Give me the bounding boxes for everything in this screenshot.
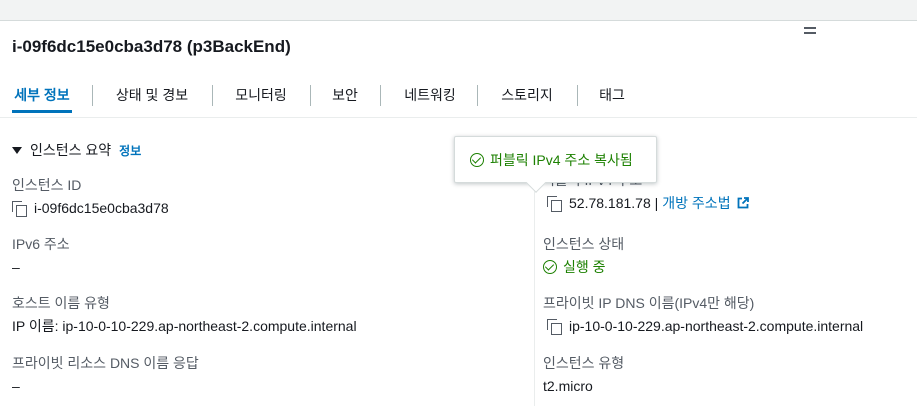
hostname-type-value: IP 이름: ip-10-0-10-229.ap-northeast-2.com…: [12, 318, 357, 334]
instance-type-value: t2.micro: [543, 378, 593, 394]
tab-details[interactable]: 세부 정보: [12, 78, 72, 113]
instance-state-value-row: 실행 중: [543, 258, 624, 276]
top-bar: [0, 0, 917, 21]
menu-collapse-icon[interactable]: [804, 27, 816, 34]
tab-separator: [310, 85, 311, 106]
private-dns-response-label: 프라이빗 리소스 DNS 이름 응답: [12, 355, 199, 371]
instance-state-value: 실행 중: [563, 259, 606, 275]
public-ip-value-row: 52.78.181.78 | 개방 주소법: [547, 194, 749, 212]
tab-storage[interactable]: 스토리지: [497, 78, 557, 112]
instance-state-field: 인스턴스 상태 실행 중: [543, 235, 624, 276]
tab-security[interactable]: 보안: [329, 78, 361, 112]
instance-state-label: 인스턴스 상태: [543, 236, 625, 252]
hostname-type-label: 호스트 이름 유형: [12, 295, 110, 311]
tab-separator: [380, 85, 381, 106]
tab-separator: [477, 85, 478, 106]
check-circle-icon: [543, 260, 557, 274]
private-ip-dns-value: ip-10-0-10-229.ap-northeast-2.compute.in…: [569, 318, 864, 334]
instance-id-value-row: i-09f6dc15e0cba3d78: [12, 199, 169, 217]
page-title: i-09f6dc15e0cba3d78 (p3BackEnd): [12, 37, 291, 56]
instance-type-field: 인스턴스 유형 t2.micro: [543, 354, 624, 395]
ipv6-field: IPv6 주소 –: [12, 235, 70, 276]
tabs-divider: [0, 117, 917, 118]
copy-icon[interactable]: [547, 196, 562, 212]
external-link-icon[interactable]: [737, 197, 749, 209]
public-ip-value: 52.78.181.78 |: [569, 195, 659, 211]
tab-separator: [212, 85, 213, 106]
hostname-type-field: 호스트 이름 유형 IP 이름: ip-10-0-10-229.ap-north…: [12, 294, 357, 335]
instance-type-label: 인스턴스 유형: [543, 355, 625, 371]
instance-id-value: i-09f6dc15e0cba3d78: [34, 200, 169, 216]
popover-message: 퍼블릭 IPv4 주소 복사됨: [490, 151, 633, 168]
private-ip-dns-label: 프라이빗 IP DNS 이름(IPv4만 해당): [543, 295, 755, 311]
instance-id-field: 인스턴스 ID i-09f6dc15e0cba3d78: [12, 176, 169, 217]
tab-bar: 세부 정보 상태 및 경보 모니터링 보안 네트워킹 스토리지 태그: [0, 78, 917, 114]
tab-tags[interactable]: 태그: [597, 78, 627, 112]
tab-monitoring[interactable]: 모니터링: [231, 78, 291, 112]
private-ip-dns-value-row: ip-10-0-10-229.ap-northeast-2.compute.in…: [547, 317, 863, 335]
check-circle-icon: [470, 152, 484, 167]
copy-icon[interactable]: [12, 201, 27, 217]
private-dns-response-value: –: [12, 378, 20, 394]
instance-summary-header[interactable]: 인스턴스 요약 정보: [12, 141, 141, 159]
tab-status-alarms[interactable]: 상태 및 경보: [112, 78, 192, 112]
ipv6-label: IPv6 주소: [12, 236, 70, 252]
ipv6-value: –: [12, 259, 20, 275]
open-address-link[interactable]: 개방 주소법: [662, 194, 730, 212]
info-link[interactable]: 정보: [119, 142, 141, 159]
copy-icon[interactable]: [547, 319, 562, 335]
column-divider: [534, 170, 535, 406]
tab-separator: [92, 85, 93, 106]
private-dns-response-field: 프라이빗 리소스 DNS 이름 응답 –: [12, 354, 199, 395]
caret-down-icon[interactable]: [12, 146, 22, 154]
tab-networking[interactable]: 네트워킹: [400, 78, 460, 112]
public-ip-field: 52.78.181.78 | 개방 주소법: [547, 194, 749, 212]
section-title: 인스턴스 요약: [30, 142, 112, 158]
private-ip-dns-field: 프라이빗 IP DNS 이름(IPv4만 해당) ip-10-0-10-229.…: [543, 294, 863, 335]
instance-id-label: 인스턴스 ID: [12, 177, 82, 193]
copy-confirmation-popover: 퍼블릭 IPv4 주소 복사됨: [454, 136, 657, 193]
tab-separator: [577, 85, 578, 106]
